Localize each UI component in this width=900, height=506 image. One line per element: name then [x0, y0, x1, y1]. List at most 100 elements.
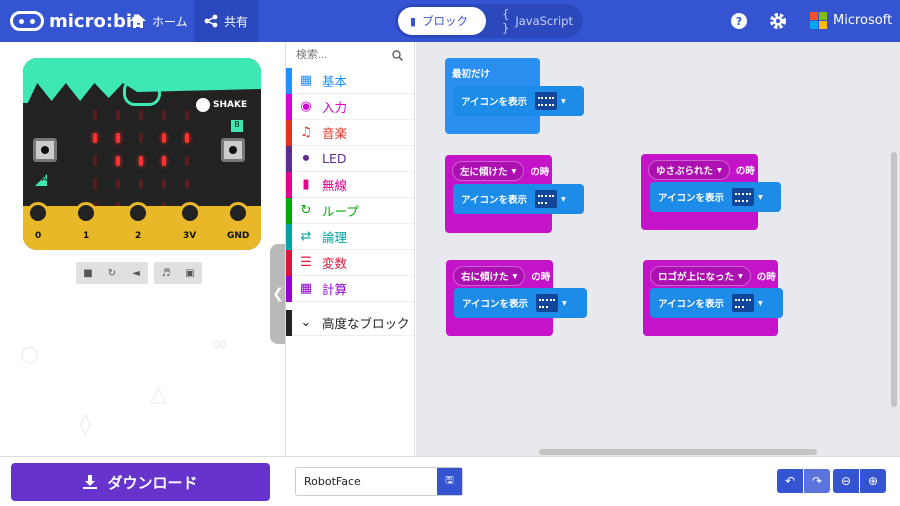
pin-label: GND [227, 231, 250, 241]
category-4[interactable]: ▮ 無線 [286, 172, 416, 198]
restart-icon: ↻ [107, 267, 117, 279]
zoom-out-button[interactable]: ⊖ [833, 469, 859, 493]
pin-0[interactable] [27, 202, 49, 224]
category-3[interactable]: ⏺ LED [286, 146, 416, 172]
icon-picker[interactable]: ▾ [732, 188, 763, 206]
home-label: ホーム [152, 14, 188, 29]
collapse-simulator-button[interactable]: ❮ [270, 244, 286, 344]
category-color-bar [286, 94, 292, 120]
category-0[interactable]: ▦ 基本 [286, 68, 416, 94]
shake-button[interactable]: SHAKE [196, 98, 247, 112]
toolbox: ▦ 基本 ◉ 入力 ♫ 音楽 ⏺ LED ▮ 無線 ↻ ループ ⇄ 論理 ☰ 変数 ▦ 計算 ⌄ 高度なブロック [285, 42, 416, 456]
led [162, 156, 166, 166]
slowmo-button[interactable]: ◄ [124, 262, 148, 284]
svg-text:?: ? [736, 15, 742, 28]
show-icon-block[interactable]: アイコンを表示 ▾ [453, 184, 584, 214]
block-workspace[interactable]: 最初だけ アイコンを表示 ▾ 左に傾けた ▾ の時 アイコンを表示 ▾ ゆさぶられた… [416, 42, 900, 456]
led [139, 179, 143, 189]
pin-label: 3V [183, 231, 197, 241]
category-label: LED [322, 151, 347, 166]
icon-picker[interactable]: ▾ [535, 190, 566, 208]
led [185, 179, 189, 189]
event-suffix: の時 [756, 272, 776, 283]
restart-button[interactable]: ↻ [100, 262, 124, 284]
button-b[interactable] [221, 138, 245, 162]
show-icon-block[interactable]: アイコンを表示 ▾ [650, 288, 783, 318]
category-color-bar [286, 68, 292, 94]
category-label: 無線 [322, 178, 348, 193]
microbit-board: SHAKE A B 0 1 2 3V GND [23, 58, 261, 250]
vertical-scrollbar[interactable] [891, 152, 897, 407]
mute-button[interactable]: ♬ [154, 262, 178, 284]
pin-2[interactable] [127, 202, 149, 224]
category-8[interactable]: ▦ 計算 [286, 276, 416, 302]
category-6[interactable]: ⇄ 論理 [286, 224, 416, 250]
pin-1[interactable] [75, 202, 97, 224]
screenshot-button[interactable]: ▣ [178, 262, 202, 284]
dropdown-arrow-icon: ▾ [561, 95, 566, 107]
help-icon[interactable]: ? [730, 12, 748, 30]
simulator-panel: ○ △ ∞ ◊ SHAKE A B 0 1 2 3V GND ■ ↻ ◄ ♬ ▣ [0, 42, 286, 456]
background-doodle-icon: ◊ [80, 412, 91, 437]
category-icon: ♫ [300, 125, 312, 140]
pin-3v[interactable] [179, 202, 201, 224]
show-icon-label: アイコンを表示 [658, 193, 725, 204]
pin-label: 0 [35, 231, 42, 241]
stop-icon: ■ [83, 267, 93, 279]
editor-toggle: ▮ ブロック { } JavaScript [395, 4, 583, 38]
save-button[interactable]: 🖫 [437, 468, 462, 495]
category-color-bar [286, 276, 292, 302]
gesture-dropdown[interactable]: ゆさぶられた ▾ [648, 160, 730, 180]
pin-label: 1 [83, 231, 90, 241]
icon-picker[interactable]: ▾ [732, 294, 763, 312]
search-input[interactable] [296, 49, 392, 61]
button-a[interactable] [33, 138, 57, 162]
category-7[interactable]: ☰ 変数 [286, 250, 416, 276]
project-name-input[interactable] [296, 468, 437, 495]
redo-button[interactable]: ↷ [804, 469, 830, 493]
gesture-label: 右に傾けた [461, 272, 509, 283]
zoom-in-button[interactable]: ⊕ [860, 469, 886, 493]
background-doodle-icon: ∞ [210, 332, 229, 357]
face-icon [732, 188, 755, 206]
gesture-dropdown[interactable]: 右に傾けた ▾ [453, 266, 526, 286]
show-icon-block[interactable]: アイコンを表示 ▾ [650, 182, 781, 212]
gesture-dropdown[interactable]: 左に傾けた ▾ [452, 161, 525, 181]
gear-icon[interactable] [769, 12, 787, 30]
button-b-label: B [231, 120, 243, 132]
category-1[interactable]: ◉ 入力 [286, 94, 416, 120]
sim-controls: ■ ↻ ◄ [76, 262, 148, 284]
stop-button[interactable]: ■ [76, 262, 100, 284]
icon-picker[interactable]: ▾ [535, 92, 566, 110]
javascript-tab[interactable]: { } JavaScript [490, 7, 580, 35]
braces-icon: { } [502, 7, 510, 35]
horizontal-scrollbar[interactable] [539, 449, 817, 455]
face-icon [536, 294, 559, 312]
category-icon: ⌄ [300, 315, 312, 330]
show-icon-block[interactable]: アイコンを表示 ▾ [454, 288, 587, 318]
category-color-bar [286, 120, 292, 146]
microsoft-logo[interactable]: Microsoft [810, 12, 892, 29]
show-icon-block[interactable]: アイコンを表示 ▾ [453, 86, 584, 116]
microsoft-label: Microsoft [833, 13, 893, 28]
category-color-bar [286, 250, 292, 276]
share-button[interactable]: 共有 [194, 0, 259, 42]
category-label: 入力 [322, 100, 348, 115]
gesture-dropdown[interactable]: ロゴが上になった ▾ [650, 266, 751, 286]
category-2[interactable]: ♫ 音楽 [286, 120, 416, 146]
category-label: 基本 [322, 74, 348, 89]
undo-button[interactable]: ↶ [777, 469, 803, 493]
logo-face-icon[interactable] [123, 78, 161, 106]
download-button[interactable]: ダウンロード [11, 463, 270, 501]
blocks-tab[interactable]: ▮ ブロック [398, 7, 486, 35]
event-suffix: の時 [531, 272, 551, 283]
category-label: 高度なブロック [322, 316, 410, 331]
home-button[interactable]: ホーム [120, 0, 198, 42]
pin-gnd[interactable] [227, 202, 249, 224]
led [185, 133, 189, 143]
icon-picker[interactable]: ▾ [536, 294, 567, 312]
category-5[interactable]: ↻ ループ [286, 198, 416, 224]
category-9[interactable]: ⌄ 高度なブロック [286, 310, 416, 336]
search-icon[interactable] [392, 49, 403, 61]
bottom-bar: ダウンロード 🖫 ↶ ↷ ⊖ ⊕ [0, 456, 900, 506]
